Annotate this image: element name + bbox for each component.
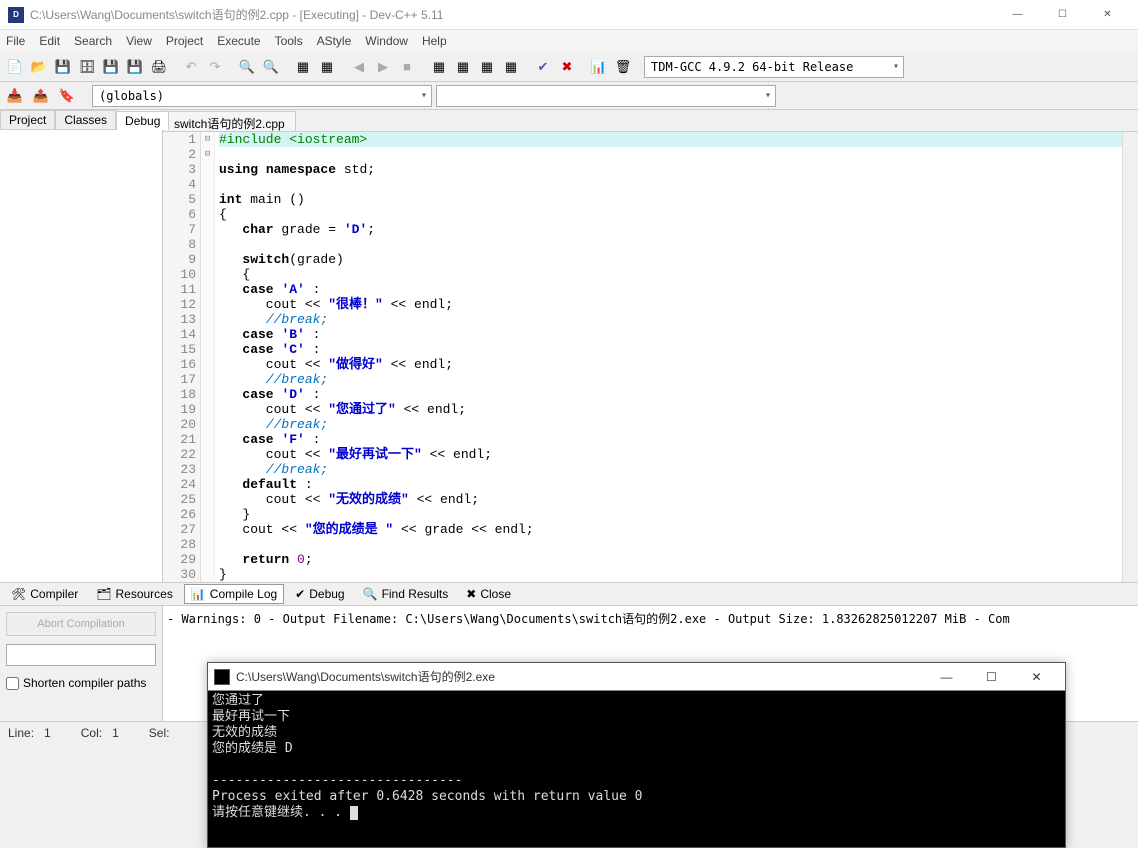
console-titlebar[interactable]: C:\Users\Wang\Documents\switch语句的例2.exe … xyxy=(208,663,1065,691)
menu-execute[interactable]: Execute xyxy=(217,34,260,48)
maximize-button[interactable]: ☐ xyxy=(1040,0,1085,30)
file-tab[interactable]: switch语句的例2.cpp xyxy=(163,111,296,131)
menu-astyle[interactable]: AStyle xyxy=(317,34,352,48)
minimize-button[interactable]: — xyxy=(995,0,1040,30)
console-window[interactable]: C:\Users\Wang\Documents\switch语句的例2.exe … xyxy=(207,662,1066,848)
find-icon[interactable]: 🔍 xyxy=(236,56,258,78)
toolbar-main: 📄 📂 💾 🗄 💾 💾 🖨 ↶ ↷ 🔍 🔍 ▦ ▦ ◀ ▶ ■ ▦ ▦ ▦ ▦ … xyxy=(0,52,1138,82)
bottom-tab-close[interactable]: ✖Close xyxy=(459,584,518,604)
menubar: File Edit Search View Project Execute Tools ASt… xyxy=(0,30,1138,52)
debug-stop-icon[interactable]: ✖ xyxy=(556,56,578,78)
console-title: C:\Users\Wang\Documents\switch语句的例2.exe xyxy=(236,668,924,685)
editor-scrollbar[interactable] xyxy=(1122,132,1138,582)
debug-check-icon[interactable]: ✔ xyxy=(532,56,554,78)
bottom-tabs: 🛠Compiler🗂Resources📊Compile Log✔Debug🔍Fi… xyxy=(0,582,1138,606)
compile-icon[interactable]: ▦ xyxy=(292,56,314,78)
save-project-icon[interactable]: 💾 xyxy=(124,56,146,78)
rebuild-icon[interactable]: ▦ xyxy=(452,56,474,78)
menu-tools[interactable]: Tools xyxy=(275,34,303,48)
scope-select[interactable]: (globals) xyxy=(92,85,432,107)
member-select[interactable] xyxy=(436,85,776,107)
console-maximize-button[interactable]: ☐ xyxy=(969,663,1014,691)
back-icon[interactable]: ◀ xyxy=(348,56,370,78)
menu-view[interactable]: View xyxy=(126,34,152,48)
redo-icon[interactable]: ↷ xyxy=(204,56,226,78)
stop-icon[interactable]: ■ xyxy=(396,56,418,78)
debug-del-icon[interactable]: 🗑 xyxy=(612,56,634,78)
save-icon[interactable]: 💾 xyxy=(52,56,74,78)
abort-compilation-button: Abort Compilation xyxy=(6,612,156,636)
compile2-icon[interactable]: ▦ xyxy=(476,56,498,78)
menu-search[interactable]: Search xyxy=(74,34,112,48)
rebuild2-icon[interactable]: ▦ xyxy=(500,56,522,78)
bottom-tab-resources[interactable]: 🗂Resources xyxy=(89,584,180,604)
console-icon xyxy=(214,669,230,685)
undo-icon[interactable]: ↶ xyxy=(180,56,202,78)
left-tab-project[interactable]: Project xyxy=(0,110,55,129)
bookmark-icon[interactable]: 🔖 xyxy=(56,85,78,107)
print-icon[interactable]: 🖨 xyxy=(148,56,170,78)
compiler-select[interactable]: TDM-GCC 4.9.2 64-bit Release xyxy=(644,56,904,78)
console-close-button[interactable]: ✕ xyxy=(1014,663,1059,691)
open-icon[interactable]: 📂 xyxy=(28,56,50,78)
window-title: C:\Users\Wang\Documents\switch语句的例2.cpp … xyxy=(30,6,995,23)
bottom-tab-debug[interactable]: ✔Debug xyxy=(288,584,351,604)
bottom-tab-find-results[interactable]: 🔍Find Results xyxy=(356,584,456,604)
replace-icon[interactable]: 🔍 xyxy=(260,56,282,78)
console-minimize-button[interactable]: — xyxy=(924,663,969,691)
left-tabs: ProjectClassesDebug xyxy=(0,110,162,130)
menu-help[interactable]: Help xyxy=(422,34,447,48)
left-panel: ProjectClassesDebug xyxy=(0,110,163,582)
menu-edit[interactable]: Edit xyxy=(39,34,60,48)
save-as-icon[interactable]: 💾 xyxy=(100,56,122,78)
compile-filter-input[interactable] xyxy=(6,644,156,666)
app-icon: D xyxy=(8,7,24,23)
menu-project[interactable]: Project xyxy=(166,34,203,48)
shorten-paths-checkbox[interactable]: Shorten compiler paths xyxy=(6,676,156,690)
menu-window[interactable]: Window xyxy=(365,34,408,48)
menu-file[interactable]: File xyxy=(6,34,25,48)
file-tabs: switch语句的例2.cpp xyxy=(163,110,1138,132)
profile-icon[interactable]: 📊 xyxy=(588,56,610,78)
compile-run-icon[interactable]: ▦ xyxy=(428,56,450,78)
close-button[interactable]: ✕ xyxy=(1085,0,1130,30)
forward-icon[interactable]: ▶ xyxy=(372,56,394,78)
toolbar-scope: 📥 📤 🔖 (globals) xyxy=(0,82,1138,110)
bottom-tab-compiler[interactable]: 🛠Compiler xyxy=(4,584,85,604)
new-file-icon[interactable]: 📄 xyxy=(4,56,26,78)
bottom-tab-compile-log[interactable]: 📊Compile Log xyxy=(184,584,284,604)
save-all-icon[interactable]: 🗄 xyxy=(76,56,98,78)
console-output: 您通过了 最好再试一下 无效的成绩 您的成绩是 D --------------… xyxy=(208,691,1065,823)
goto-prev-icon[interactable]: 📥 xyxy=(4,85,26,107)
run-icon[interactable]: ▦ xyxy=(316,56,338,78)
code-editor[interactable]: 1234567891011121314151617181920212223242… xyxy=(163,132,1138,582)
left-tab-debug[interactable]: Debug xyxy=(116,111,169,130)
goto-next-icon[interactable]: 📤 xyxy=(30,85,52,107)
left-tab-classes[interactable]: Classes xyxy=(55,110,116,129)
titlebar: D C:\Users\Wang\Documents\switch语句的例2.cp… xyxy=(0,0,1138,30)
